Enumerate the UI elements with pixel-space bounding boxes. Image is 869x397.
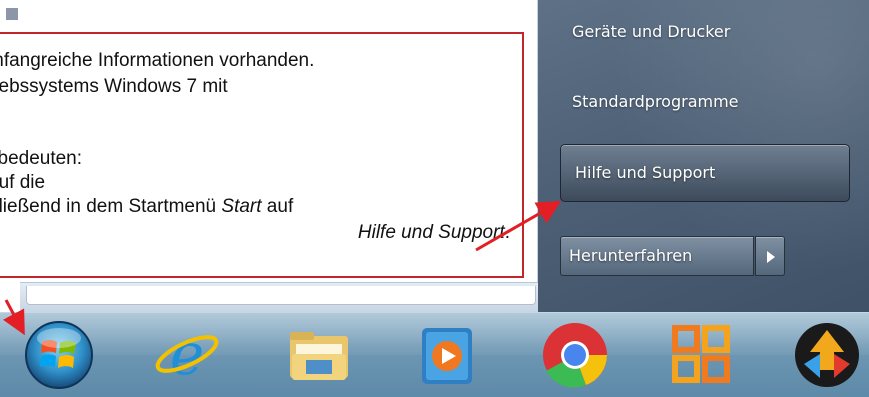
- shutdown-label: Herunterfahren: [569, 246, 693, 265]
- internet-explorer-icon[interactable]: e: [150, 318, 224, 392]
- annotation-line: riebssystems Windows 7 mit: [0, 76, 228, 97]
- annotation-line: hließend in dem Startmenü Start auf: [0, 196, 294, 217]
- windows-explorer-icon[interactable]: [282, 318, 356, 392]
- media-player-icon[interactable]: [410, 318, 484, 392]
- chrome-icon[interactable]: [538, 318, 612, 392]
- menu-item-help-and-support[interactable]: Hilfe und Support: [560, 144, 850, 202]
- upload-app-icon[interactable]: [790, 318, 864, 392]
- menu-item-devices-and-printers[interactable]: Geräte und Drucker: [572, 22, 730, 41]
- window-corner-icon: [6, 8, 18, 20]
- office-icon[interactable]: [665, 318, 739, 392]
- svg-text:e: e: [170, 320, 204, 388]
- shutdown-button[interactable]: Herunterfahren: [560, 236, 754, 276]
- annotation-line: auf die: [0, 172, 46, 193]
- annotation-box: mfangreiche Informationen vorhanden. rie…: [0, 32, 524, 278]
- menu-item-default-programs[interactable]: Standardprogramme: [572, 92, 739, 111]
- start-menu-search-area: [26, 286, 536, 305]
- chevron-right-icon: [767, 251, 775, 263]
- annotation-line: mfangreiche Informationen vorhanden.: [0, 50, 315, 71]
- annotation-line: l bedeuten:: [0, 148, 83, 169]
- shutdown-options-button[interactable]: [755, 236, 785, 276]
- menu-item-help-label: Hilfe und Support: [575, 163, 716, 182]
- windows-start-orb-icon[interactable]: [22, 318, 96, 392]
- annotation-line: Hilfe und Support.: [357, 222, 510, 243]
